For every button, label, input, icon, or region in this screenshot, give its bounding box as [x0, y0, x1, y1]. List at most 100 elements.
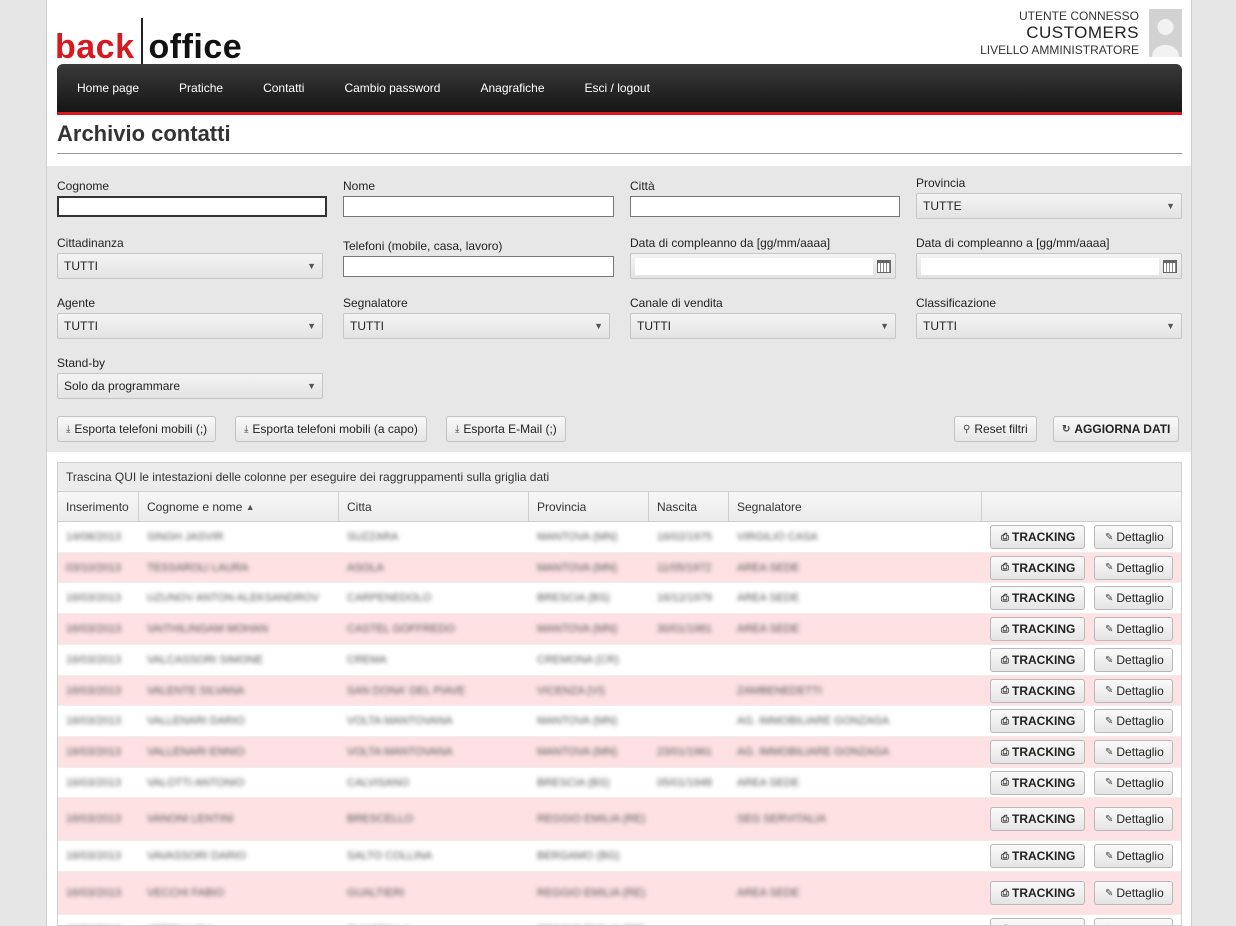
col-nascita[interactable]: Nascita — [649, 492, 729, 521]
cell-cognome-nome: VALLENARI ENNIO — [139, 737, 339, 767]
detail-button[interactable]: ✎Dettaglio — [1094, 917, 1173, 925]
cell-provincia: REGGIO EMILIA (RE) — [529, 915, 649, 926]
col-cognome-nome[interactable]: Cognome e nome ▲ — [139, 492, 339, 521]
nav-logout[interactable]: Esci / logout — [585, 81, 650, 95]
tracking-button[interactable]: ⎙TRACKING — [990, 917, 1085, 925]
group-drop-zone[interactable]: Trascina QUI le intestazioni delle colon… — [58, 463, 1181, 492]
table-row[interactable]: 16/03/2013 VAVASSORI DARIO SALTO COLLINA BE… — [58, 841, 1181, 872]
table-row[interactable]: 16/03/2013 UZUNOV ANTON ALEKSANDROV CARPEN… — [58, 583, 1181, 614]
nav-anagrafiche[interactable]: Anagrafiche — [480, 81, 544, 95]
cell-inserimento-text: 16/03/2013 — [66, 684, 122, 697]
tracking-button[interactable]: ⎙TRACKING — [990, 770, 1085, 795]
col-segnalatore[interactable]: Segnalatore — [729, 492, 982, 521]
compleanno-a-input[interactable] — [921, 257, 1159, 275]
compleanno-da-field — [630, 253, 896, 279]
nav-cambio-password[interactable]: Cambio password — [344, 81, 440, 95]
export-mobile-newline-button[interactable]: ⤓ Esporta telefoni mobili (a capo) — [235, 416, 427, 442]
tracking-button[interactable]: ⎙TRACKING — [990, 648, 1085, 672]
cittadinanza-select[interactable]: TUTTI ▼ — [57, 253, 323, 279]
nav-home[interactable]: Home page — [77, 81, 139, 95]
table-row[interactable]: 14/08/2013 SINGH JASVIR SUZZARA MANTOVA (MN… — [58, 522, 1181, 553]
col-citta[interactable]: Citta — [339, 492, 529, 521]
table-row[interactable]: 16/03/2013 VALLENARI ENNIO VOLTA MANTOVANA… — [58, 737, 1181, 768]
cell-inserimento: 16/03/2013 — [58, 645, 139, 675]
table-row[interactable]: 03/10/2013 TESSAROLI LAURA ASOLA MANTOVA (M… — [58, 553, 1181, 583]
tracking-button[interactable]: ⎙TRACKING — [990, 525, 1085, 549]
detail-button[interactable]: ✎Dettaglio — [1094, 740, 1173, 764]
export-mobile-semicolon-label: Esporta telefoni mobili (;) — [74, 422, 208, 436]
export-email-button[interactable]: ⤓ Esporta E-Mail (;) — [446, 416, 566, 442]
compleanno-da-input[interactable] — [635, 257, 873, 275]
standby-label: Stand-by — [57, 356, 106, 370]
cell-cognome-nome-text: VALLENARI ENNIO — [147, 746, 245, 758]
cell-cognome-nome: VERDI LUCA — [139, 915, 339, 926]
tracking-button[interactable]: ⎙TRACKING — [990, 844, 1085, 868]
reset-filters-button[interactable]: ⚲ Reset filtri — [954, 416, 1037, 442]
tracking-label: TRACKING — [1012, 683, 1076, 698]
cell-inserimento-text: 03/10/2013 — [66, 561, 122, 574]
table-row[interactable]: 16/03/2013 VECCHI FABIO GUALTIERI REGGIO EM… — [58, 872, 1181, 915]
tracking-button[interactable]: ⎙TRACKING — [990, 678, 1085, 703]
cognome-label: Cognome — [57, 179, 110, 193]
refresh-data-button[interactable]: ↻ AGGIORNA DATI — [1053, 416, 1180, 442]
tracking-button[interactable]: ⎙TRACKING — [990, 586, 1085, 610]
detail-button[interactable]: ✎Dettaglio — [1094, 881, 1173, 905]
table-row[interactable]: 16/03/2013VERDI LUCAGUASTALLAREGGIO EMIL… — [58, 915, 1181, 926]
detail-button[interactable]: ✎Dettaglio — [1094, 709, 1173, 733]
detail-button[interactable]: ✎Dettaglio — [1094, 770, 1173, 795]
edit-pencil-icon: ✎ — [1105, 592, 1114, 604]
detail-button[interactable]: ✎Dettaglio — [1094, 617, 1173, 641]
standby-select[interactable]: Solo da programmare ▼ — [57, 373, 323, 399]
table-row[interactable]: 16/03/2013 VALCASSORI SIMONE CREMA CREMONA … — [58, 645, 1181, 676]
table-row[interactable]: 16/03/2013 VALOTTI ANTONIO CALVISANO BRESCI… — [58, 768, 1181, 798]
chevron-down-icon: ▼ — [594, 321, 603, 331]
logo[interactable]: back office — [55, 18, 242, 64]
edit-pencil-icon: ✎ — [1105, 777, 1114, 788]
tracking-label: TRACKING — [1012, 849, 1076, 863]
logo-office: office — [148, 28, 243, 66]
export-mobile-semicolon-button[interactable]: ⤓ Esporta telefoni mobili (;) — [57, 416, 217, 442]
table-row[interactable]: 16/03/2013 VAITHILINGAM MOHAN CASTEL GOFFR… — [58, 614, 1181, 645]
detail-button[interactable]: ✎Dettaglio — [1094, 678, 1173, 703]
detail-button[interactable]: ✎Dettaglio — [1094, 807, 1173, 831]
detail-button[interactable]: ✎Dettaglio — [1094, 555, 1173, 580]
cell-nascita — [649, 872, 729, 914]
cognome-input[interactable] — [57, 196, 327, 217]
cell-citta: CALVISANO — [339, 768, 529, 797]
cell-segnalatore-text: VIRGILIO CASA — [737, 531, 818, 543]
col-inserimento[interactable]: Inserimento — [58, 492, 139, 521]
cell-segnalatore: AREA SEDE — [729, 583, 982, 613]
cell-inserimento-text: 16/03/2013 — [66, 813, 122, 825]
telefoni-input[interactable] — [343, 256, 614, 277]
detail-button[interactable]: ✎Dettaglio — [1094, 586, 1173, 610]
provincia-select[interactable]: TUTTE ▼ — [916, 193, 1182, 219]
nome-input[interactable] — [343, 196, 614, 217]
agente-select[interactable]: TUTTI ▼ — [57, 313, 323, 339]
detail-button[interactable]: ✎Dettaglio — [1094, 525, 1173, 549]
table-row[interactable]: 16/03/2013 VALLENARI DARIO VOLTA MANTOVANA… — [58, 706, 1181, 737]
calendar-icon[interactable] — [877, 259, 891, 273]
detail-button[interactable]: ✎Dettaglio — [1094, 648, 1173, 672]
detail-button[interactable]: ✎Dettaglio — [1094, 844, 1173, 868]
table-row[interactable]: 16/03/2013 VALENTE SILVANA SAN DONA' DEL P… — [58, 676, 1181, 706]
classificazione-select[interactable]: TUTTI ▼ — [916, 313, 1182, 339]
cell-citta-text: CREMA — [347, 654, 387, 666]
cell-inserimento-text: 16/03/2013 — [66, 623, 122, 635]
tracking-button[interactable]: ⎙TRACKING — [990, 807, 1085, 831]
cell-citta-text: CARPENEDOLO — [347, 592, 432, 604]
canale-select[interactable]: TUTTI ▼ — [630, 313, 896, 339]
col-provincia[interactable]: Provincia — [529, 492, 649, 521]
segnalatore-select[interactable]: TUTTI ▼ — [343, 313, 610, 339]
tracking-button[interactable]: ⎙TRACKING — [990, 617, 1085, 641]
tracking-button[interactable]: ⎙TRACKING — [990, 555, 1085, 580]
tracking-button[interactable]: ⎙TRACKING — [990, 709, 1085, 733]
citta-input[interactable] — [630, 196, 900, 217]
table-row[interactable]: 16/03/2013 VANONI LENTINI BRESCELLO REGGIO … — [58, 798, 1181, 841]
nav-pratiche[interactable]: Pratiche — [179, 81, 223, 95]
print-icon: ⎙ — [1001, 887, 1009, 899]
nav-contatti[interactable]: Contatti — [263, 81, 304, 95]
tracking-button[interactable]: ⎙TRACKING — [990, 740, 1085, 764]
tracking-button[interactable]: ⎙TRACKING — [990, 881, 1085, 905]
calendar-icon[interactable] — [1163, 259, 1177, 273]
tracking-label: TRACKING — [1012, 775, 1076, 790]
